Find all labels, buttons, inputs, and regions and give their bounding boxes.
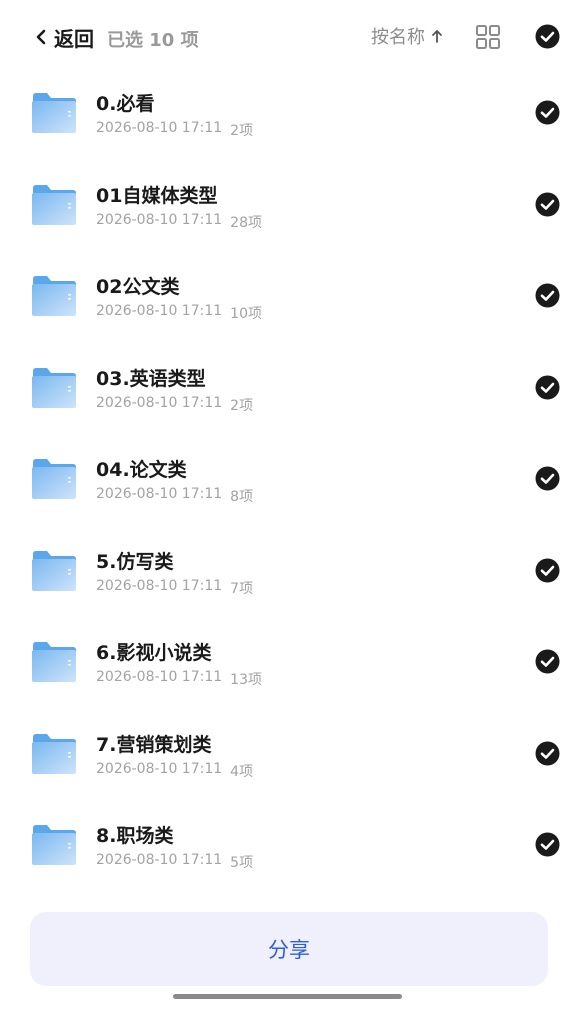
folder-icon xyxy=(32,550,76,591)
folder-item-count: 10项 xyxy=(230,306,262,322)
folder-icon xyxy=(32,367,76,408)
folder-name: 5.仿写类 xyxy=(96,550,174,573)
select-all-checkbox[interactable] xyxy=(535,24,560,49)
folder-name: 7.营销策划类 xyxy=(96,733,212,756)
folder-item-count: 8项 xyxy=(230,489,254,505)
folder-item-count: 28项 xyxy=(230,214,262,231)
folder-item-count: 2项 xyxy=(230,123,254,139)
file-row[interactable]: 01自媒体类型 2026-08-10 17:11 28项 xyxy=(0,147,578,239)
folder-name: 04.论文类 xyxy=(96,459,187,481)
folder-name: 01自媒体类型 xyxy=(96,184,218,207)
file-row[interactable]: 6.影视小说类 2026-08-10 17:11 13项 xyxy=(0,604,578,696)
checkbox-checked-icon[interactable] xyxy=(535,466,560,491)
chevron-left-icon xyxy=(36,29,46,45)
back-label: 返回 xyxy=(54,26,94,51)
checkbox-checked-icon[interactable] xyxy=(535,283,560,308)
file-row[interactable]: 04.论文类 2026-08-10 17:11 8项 xyxy=(0,421,578,513)
home-indicator xyxy=(173,994,402,999)
back-button[interactable]: 返回 xyxy=(34,22,94,52)
checkbox-checked-icon[interactable] xyxy=(535,100,560,125)
folder-date: 2026-08-10 17:11 xyxy=(96,669,223,685)
folder-icon xyxy=(32,825,76,865)
folder-name: 8.职场类 xyxy=(96,825,174,847)
folder-date: 2026-08-10 17:11 xyxy=(96,760,223,777)
folder-name: 6.影视小说类 xyxy=(96,642,212,664)
folder-meta: 2026-08-10 17:11 7项 xyxy=(96,578,253,598)
folder-date: 2026-08-10 17:11 xyxy=(96,852,223,868)
folder-meta: 2026-08-10 17:11 5项 xyxy=(96,852,253,872)
folder-item-count: 13项 xyxy=(230,672,262,688)
folder-name: 0.必看 xyxy=(96,93,155,115)
folder-meta: 2026-08-10 17:11 2项 xyxy=(96,120,253,140)
checkbox-checked-icon[interactable] xyxy=(535,192,560,217)
folder-item-count: 7项 xyxy=(230,580,254,597)
file-row[interactable]: 0.必看 2026-08-10 17:11 2项 xyxy=(0,55,578,147)
checkbox-checked-icon[interactable] xyxy=(535,741,560,766)
folder-date: 2026-08-10 17:11 xyxy=(96,486,223,502)
checkbox-checked-icon[interactable] xyxy=(535,832,560,857)
file-row[interactable]: 03.英语类型 2026-08-10 17:11 2项 xyxy=(0,330,578,422)
file-row[interactable]: 7.营销策划类 2026-08-10 17:11 4项 xyxy=(0,696,578,788)
folder-icon xyxy=(32,642,76,682)
folder-meta: 2026-08-10 17:11 4项 xyxy=(96,761,253,781)
arrow-up-icon xyxy=(432,30,442,43)
sort-label: 按名称 xyxy=(371,27,425,48)
folder-item-count: 2项 xyxy=(230,397,254,414)
file-row[interactable]: 8.职场类 2026-08-10 17:11 5项 xyxy=(0,787,578,879)
folder-meta: 2026-08-10 17:11 2项 xyxy=(96,395,253,415)
folder-item-count: 5项 xyxy=(230,855,254,871)
folder-name: 03.英语类型 xyxy=(96,367,206,390)
folder-date: 2026-08-10 17:11 xyxy=(96,394,223,411)
folder-icon xyxy=(32,459,76,499)
grid-view-icon[interactable] xyxy=(475,24,501,50)
file-row[interactable]: 02公文类 2026-08-10 17:11 10项 xyxy=(0,238,578,330)
share-label: 分享 xyxy=(268,938,310,962)
folder-item-count: 4项 xyxy=(230,763,254,780)
folder-meta: 2026-08-10 17:11 28项 xyxy=(96,212,262,232)
folder-date: 2026-08-10 17:11 xyxy=(96,577,223,594)
folder-icon xyxy=(32,184,76,225)
folder-icon xyxy=(32,733,76,774)
checkbox-checked-icon[interactable] xyxy=(535,375,560,400)
checkbox-checked-icon[interactable] xyxy=(535,558,560,583)
folder-date: 2026-08-10 17:11 xyxy=(96,211,223,228)
folder-meta: 2026-08-10 17:11 8项 xyxy=(96,486,253,506)
folder-date: 2026-08-10 17:11 xyxy=(96,303,223,319)
folder-meta: 2026-08-10 17:11 13项 xyxy=(96,669,262,689)
folder-icon xyxy=(32,276,76,316)
folder-icon xyxy=(32,93,76,133)
sort-button[interactable]: 按名称 xyxy=(371,24,443,48)
file-picker-screen: 返回 已选 10 项 按名称 0.必看 2026-08-10 17:11 2项 … xyxy=(0,0,578,1011)
share-button[interactable]: 分享 xyxy=(30,912,548,986)
folder-meta: 2026-08-10 17:11 10项 xyxy=(96,303,262,323)
file-row[interactable]: 5.仿写类 2026-08-10 17:11 7项 xyxy=(0,513,578,605)
folder-name: 02公文类 xyxy=(96,276,180,298)
folder-date: 2026-08-10 17:11 xyxy=(96,120,223,136)
selection-count: 已选 10 项 xyxy=(107,30,199,51)
file-list: 0.必看 2026-08-10 17:11 2项 01自媒体类型 2026-08… xyxy=(0,55,578,879)
checkbox-checked-icon[interactable] xyxy=(535,649,560,674)
